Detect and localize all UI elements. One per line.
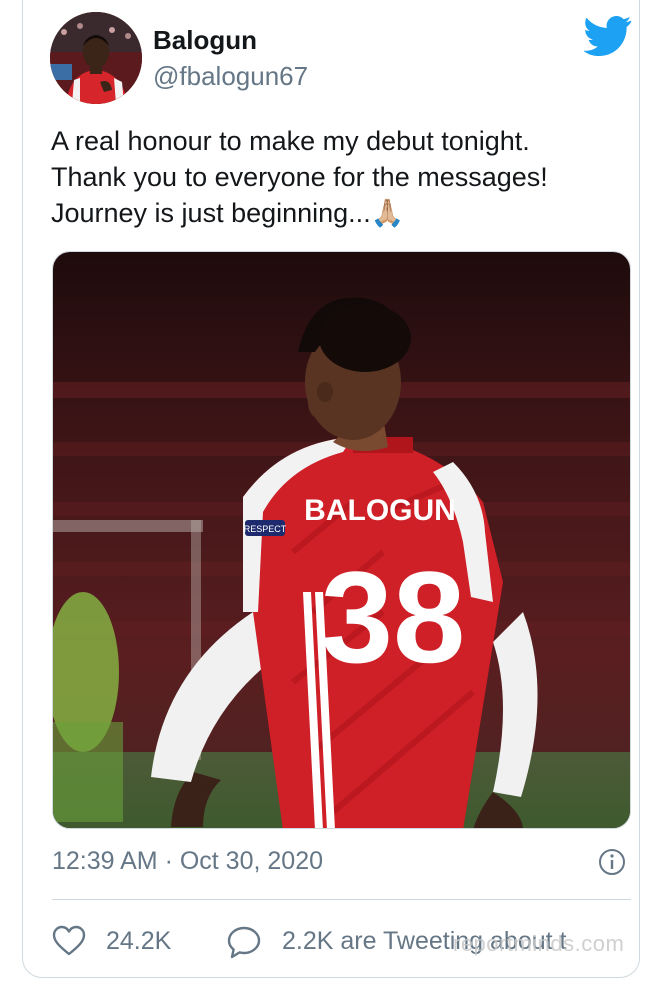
tweet-line-3-text: Journey is just beginning... xyxy=(51,198,371,228)
praying-hands-emoji: 🙏🏼 xyxy=(370,198,405,228)
divider xyxy=(52,899,631,900)
reply-bubble-icon[interactable] xyxy=(226,925,262,959)
heart-icon[interactable] xyxy=(52,925,86,957)
tweet-line-3: Journey is just beginning...🙏🏼 xyxy=(51,195,631,231)
like-count[interactable]: 24.2K xyxy=(106,927,171,956)
shirt-number-text: 38 xyxy=(321,544,466,690)
tweet-line-1: A real honour to make my debut tonight. xyxy=(51,126,530,156)
tweet-line-2: Thank you to everyone for the messages! xyxy=(51,162,548,192)
player-photo-image: BALOGUN 38 RESPECT xyxy=(53,252,630,828)
avatar-image xyxy=(50,12,142,104)
shirt-name-text: BALOGUN xyxy=(304,494,456,527)
info-icon[interactable] xyxy=(598,848,626,876)
sleeve-badge-text: RESPECT xyxy=(244,524,287,534)
twitter-bird-icon[interactable] xyxy=(584,16,632,56)
tweet-photo[interactable]: BALOGUN 38 RESPECT xyxy=(52,251,631,829)
avatar[interactable] xyxy=(50,12,142,104)
user-handle[interactable]: @fbalogun67 xyxy=(153,61,308,92)
tweet-timestamp[interactable]: 12:39 AM · Oct 30, 2020 xyxy=(52,847,323,876)
watermark: reportminds.com xyxy=(453,931,625,956)
tweet-text: A real honour to make my debut tonight. … xyxy=(51,123,631,231)
user-name[interactable]: Balogun xyxy=(153,25,257,56)
